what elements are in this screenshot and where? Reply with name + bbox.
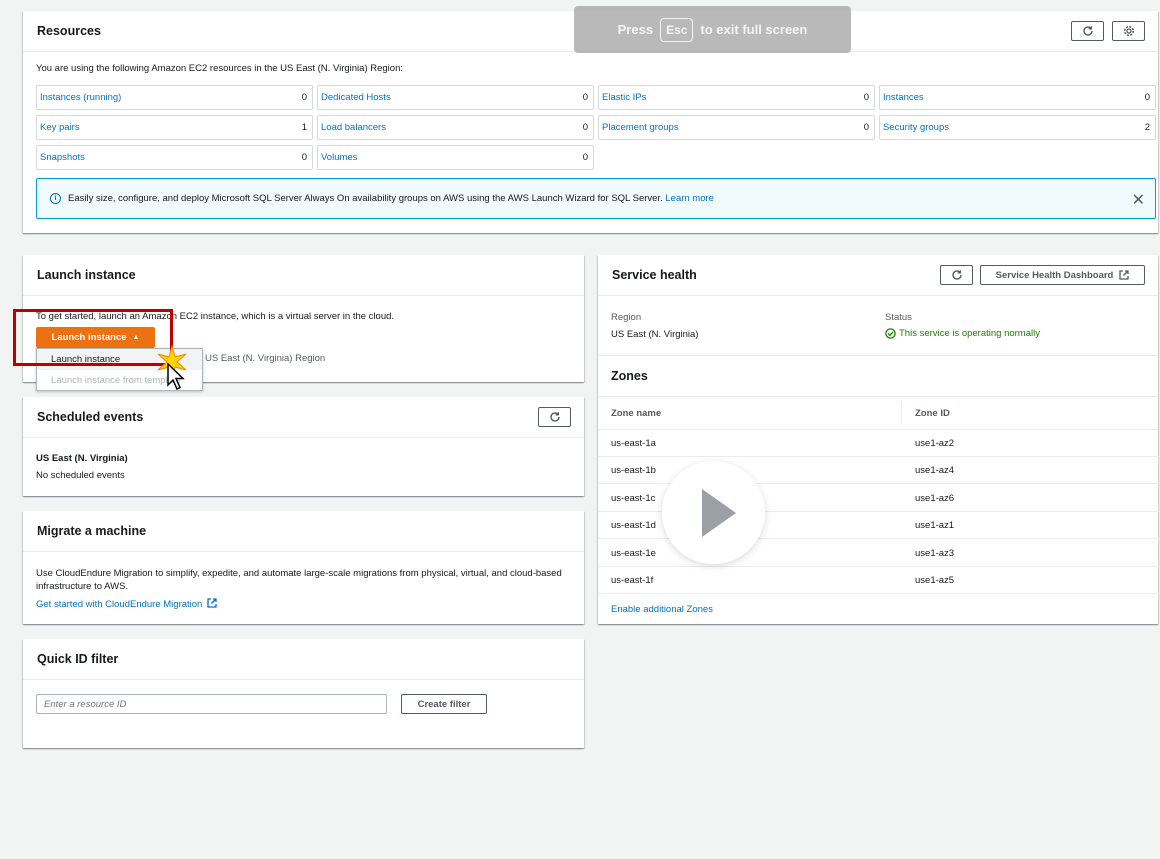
scheduled-title: Scheduled events	[37, 410, 144, 424]
scheduled-region: US East (N. Virginia)	[36, 453, 128, 464]
migrate-title: Migrate a machine	[37, 524, 147, 538]
resource-security-groups[interactable]: Security groups 2	[879, 115, 1156, 140]
info-icon: i	[50, 193, 61, 204]
resource-id-input[interactable]	[36, 694, 387, 714]
service-health-dashboard-button[interactable]: Service Health Dashboard	[980, 265, 1145, 285]
status-value: This service is operating normally	[885, 328, 1040, 339]
table-row: us-east-1a use1-az2	[598, 430, 1159, 457]
col-zone-id: Zone ID	[915, 408, 950, 419]
zones-table-header: Zone name Zone ID	[598, 397, 1158, 430]
resource-elastic-ips[interactable]: Elastic IPs 0	[598, 85, 875, 110]
resources-intro: You are using the following Amazon EC2 r…	[36, 63, 404, 74]
resource-placement-groups[interactable]: Placement groups 0	[598, 115, 875, 140]
resource-volumes[interactable]: Volumes 0	[317, 145, 594, 170]
quick-title: Quick ID filter	[37, 652, 119, 666]
play-button[interactable]	[662, 461, 765, 564]
resource-snapshots[interactable]: Snapshots 0	[36, 145, 313, 170]
region-label: Region	[611, 312, 642, 323]
service-health-panel: Service health Service Health Dashboard …	[598, 255, 1159, 624]
migrate-panel: Migrate a machine Use CloudEndure Migrat…	[23, 511, 584, 624]
info-alert: i Easily size, configure, and deploy Mic…	[36, 178, 1156, 219]
esc-key: Esc	[660, 17, 694, 42]
refresh-icon	[549, 412, 560, 422]
close-icon[interactable]: ✕	[1132, 190, 1145, 210]
highlight-box	[13, 309, 173, 366]
status-label: Status	[885, 312, 912, 323]
play-icon	[702, 489, 736, 537]
health-refresh-button[interactable]	[940, 265, 973, 285]
refresh-icon	[951, 270, 962, 280]
region-value: US East (N. Virginia)	[611, 329, 699, 340]
scheduled-empty: No scheduled events	[36, 470, 125, 481]
health-title: Service health	[612, 268, 697, 282]
info-text: Easily size, configure, and deploy Micro…	[68, 193, 663, 204]
resource-instances[interactable]: Instances 0	[879, 85, 1156, 110]
resource-key-pairs[interactable]: Key pairs 1	[36, 115, 313, 140]
external-link-icon	[1119, 270, 1130, 280]
scheduled-events-panel: Scheduled events US East (N. Virginia) N…	[23, 397, 584, 496]
resource-instances-running[interactable]: Instances (running) 0	[36, 85, 313, 110]
settings-button[interactable]	[1112, 21, 1145, 41]
resources-title: Resources	[37, 24, 101, 38]
migrate-header: Migrate a machine	[23, 511, 584, 552]
fullscreen-exit-hint: Press Esc to exit full screen	[574, 6, 851, 53]
enable-zones-link[interactable]: Enable additional Zones	[611, 604, 713, 615]
scheduled-refresh-button[interactable]	[538, 407, 571, 427]
gear-icon	[1123, 25, 1134, 37]
external-link-icon	[207, 598, 217, 608]
resource-dedicated-hosts[interactable]: Dedicated Hosts 0	[317, 85, 594, 110]
col-zone-name: Zone name	[611, 408, 662, 419]
mouse-cursor-icon	[167, 363, 185, 391]
create-filter-button[interactable]: Create filter	[401, 694, 487, 714]
launch-title: Launch instance	[37, 268, 136, 282]
migrate-text: Use CloudEndure Migration to simplify, e…	[36, 568, 562, 592]
scheduled-header: Scheduled events	[23, 397, 584, 438]
learn-more-link[interactable]: Learn more	[665, 193, 714, 204]
launch-header: Launch instance	[23, 255, 584, 296]
check-circle-icon	[885, 328, 896, 339]
health-header: Service health Service Health Dashboard	[598, 255, 1158, 296]
quick-id-filter-panel: Quick ID filter Create filter	[23, 639, 584, 748]
resource-load-balancers[interactable]: Load balancers 0	[317, 115, 594, 140]
zones-title: Zones	[611, 369, 648, 383]
migrate-link[interactable]: Get started with CloudEndure Migration	[36, 598, 217, 610]
table-row: us-east-1f use1-az5	[598, 567, 1159, 594]
quick-header: Quick ID filter	[23, 639, 584, 680]
region-note: US East (N. Virginia) Region	[205, 353, 326, 364]
refresh-icon	[1082, 26, 1093, 36]
refresh-button[interactable]	[1071, 21, 1104, 41]
